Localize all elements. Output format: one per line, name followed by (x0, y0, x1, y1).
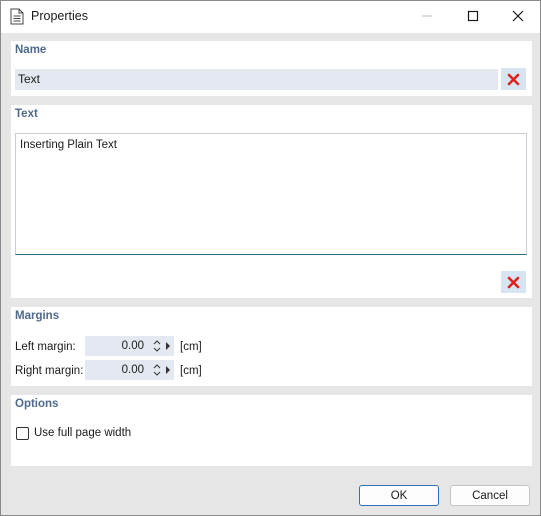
window-title: Properties (31, 9, 88, 23)
document-icon (10, 8, 24, 25)
options-section: Options Use full page width (11, 395, 532, 466)
clear-name-button[interactable] (501, 68, 526, 90)
spin-up-down-icon[interactable] (153, 338, 161, 354)
left-margin-label: Left margin: (15, 341, 76, 353)
properties-dialog: Properties Name Text Text Inserting Plai… (0, 0, 541, 516)
red-x-icon (507, 276, 520, 288)
full-page-width-checkbox[interactable] (16, 427, 29, 440)
text-section: Text Inserting Plain Text (11, 105, 532, 298)
ok-button[interactable]: OK (359, 485, 439, 506)
cancel-button[interactable]: Cancel (450, 485, 530, 506)
margins-heading: Margins (15, 310, 60, 322)
minimize-icon (422, 15, 432, 17)
left-margin-unit: [cm] (180, 341, 202, 353)
red-x-icon (507, 73, 520, 85)
full-page-width-label[interactable]: Use full page width (34, 427, 131, 439)
right-margin-label: Right margin: (15, 365, 84, 377)
close-icon (512, 10, 524, 22)
margins-section: Margins Left margin: 0.00 [cm] Right mar… (11, 307, 532, 386)
name-heading: Name (15, 44, 47, 56)
maximize-button[interactable] (450, 1, 496, 31)
right-margin-unit: [cm] (180, 365, 202, 377)
maximize-icon (467, 10, 479, 22)
spin-up-down-icon[interactable] (153, 362, 161, 378)
text-heading: Text (15, 108, 38, 120)
name-field[interactable]: Text (15, 69, 498, 90)
title-bar: Properties (1, 1, 540, 33)
close-button[interactable] (495, 1, 541, 31)
triangle-right-icon[interactable] (165, 341, 171, 351)
triangle-right-icon[interactable] (165, 365, 171, 375)
left-margin-spinner[interactable]: 0.00 (85, 336, 174, 356)
minimize-button[interactable] (404, 1, 450, 31)
right-margin-value[interactable]: 0.00 (122, 364, 144, 376)
text-content-field[interactable]: Inserting Plain Text (15, 133, 527, 255)
left-margin-value[interactable]: 0.00 (122, 340, 144, 352)
name-section: Name Text (11, 41, 532, 96)
right-margin-spinner[interactable]: 0.00 (85, 360, 174, 380)
clear-text-button[interactable] (501, 271, 526, 293)
options-heading: Options (15, 398, 59, 410)
